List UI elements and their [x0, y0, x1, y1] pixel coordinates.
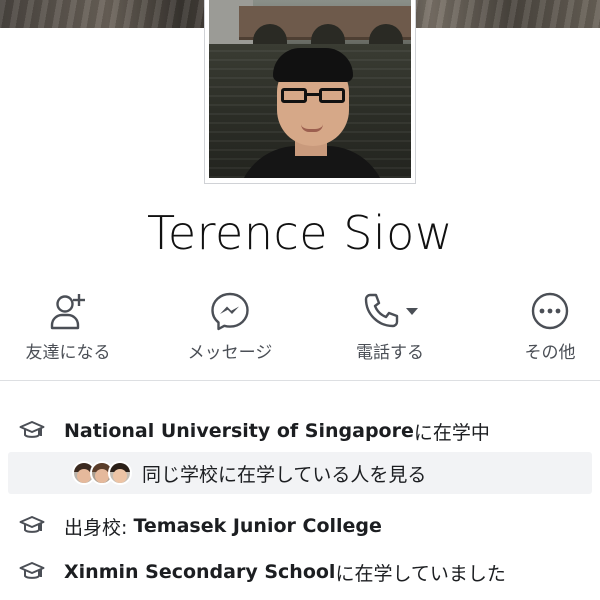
message-button[interactable]: メッセージ — [170, 288, 290, 368]
education-current-row: National University of Singapore に在学中 — [0, 414, 600, 448]
see-classmates-link[interactable]: 同じ学校に在学している人を見る — [8, 452, 592, 494]
profile-picture-frame[interactable] — [204, 0, 416, 184]
past-school-link[interactable]: Xinmin Secondary School — [64, 561, 335, 583]
photo-bridge — [239, 6, 411, 46]
chevron-down-icon — [406, 308, 418, 315]
more-icon — [531, 292, 569, 330]
profile-name: Terence Siow — [147, 206, 453, 260]
add-friend-button[interactable]: 友達になる — [8, 288, 128, 368]
avatar — [108, 461, 132, 485]
add-friend-label: 友達になる — [25, 343, 111, 363]
alma-mater-prefix: 出身校: — [64, 516, 134, 539]
photo-glasses — [281, 88, 345, 104]
message-label: メッセージ — [187, 343, 273, 363]
section-divider — [0, 380, 600, 381]
past-school-suffix: に在学していました — [335, 562, 506, 585]
profile-picture[interactable] — [209, 0, 411, 178]
classmate-avatars — [72, 461, 132, 485]
graduation-cap-icon — [19, 516, 45, 533]
current-school-suffix: に在学中 — [413, 421, 490, 444]
more-button[interactable]: その他 — [490, 288, 600, 368]
profile-actions: 友達になる メッセージ 電話する その他 — [0, 288, 600, 368]
alma-mater-school-link[interactable]: Temasek Junior College — [133, 515, 381, 537]
graduation-cap-icon — [19, 421, 45, 438]
phone-icon — [364, 293, 399, 328]
messenger-icon — [211, 292, 249, 331]
current-school-link[interactable]: National University of Singapore — [64, 420, 414, 442]
education-alma-mater-row: 出身校: Temasek Junior College — [0, 509, 600, 543]
add-friend-icon — [50, 294, 85, 330]
call-label: 電話する — [356, 343, 424, 363]
education-past-row: Xinmin Secondary School に在学していました — [0, 555, 600, 589]
call-button[interactable]: 電話する — [330, 288, 450, 368]
more-label: その他 — [524, 343, 576, 363]
see-classmates-label: 同じ学校に在学している人を見る — [142, 463, 427, 486]
graduation-cap-icon — [19, 562, 45, 579]
